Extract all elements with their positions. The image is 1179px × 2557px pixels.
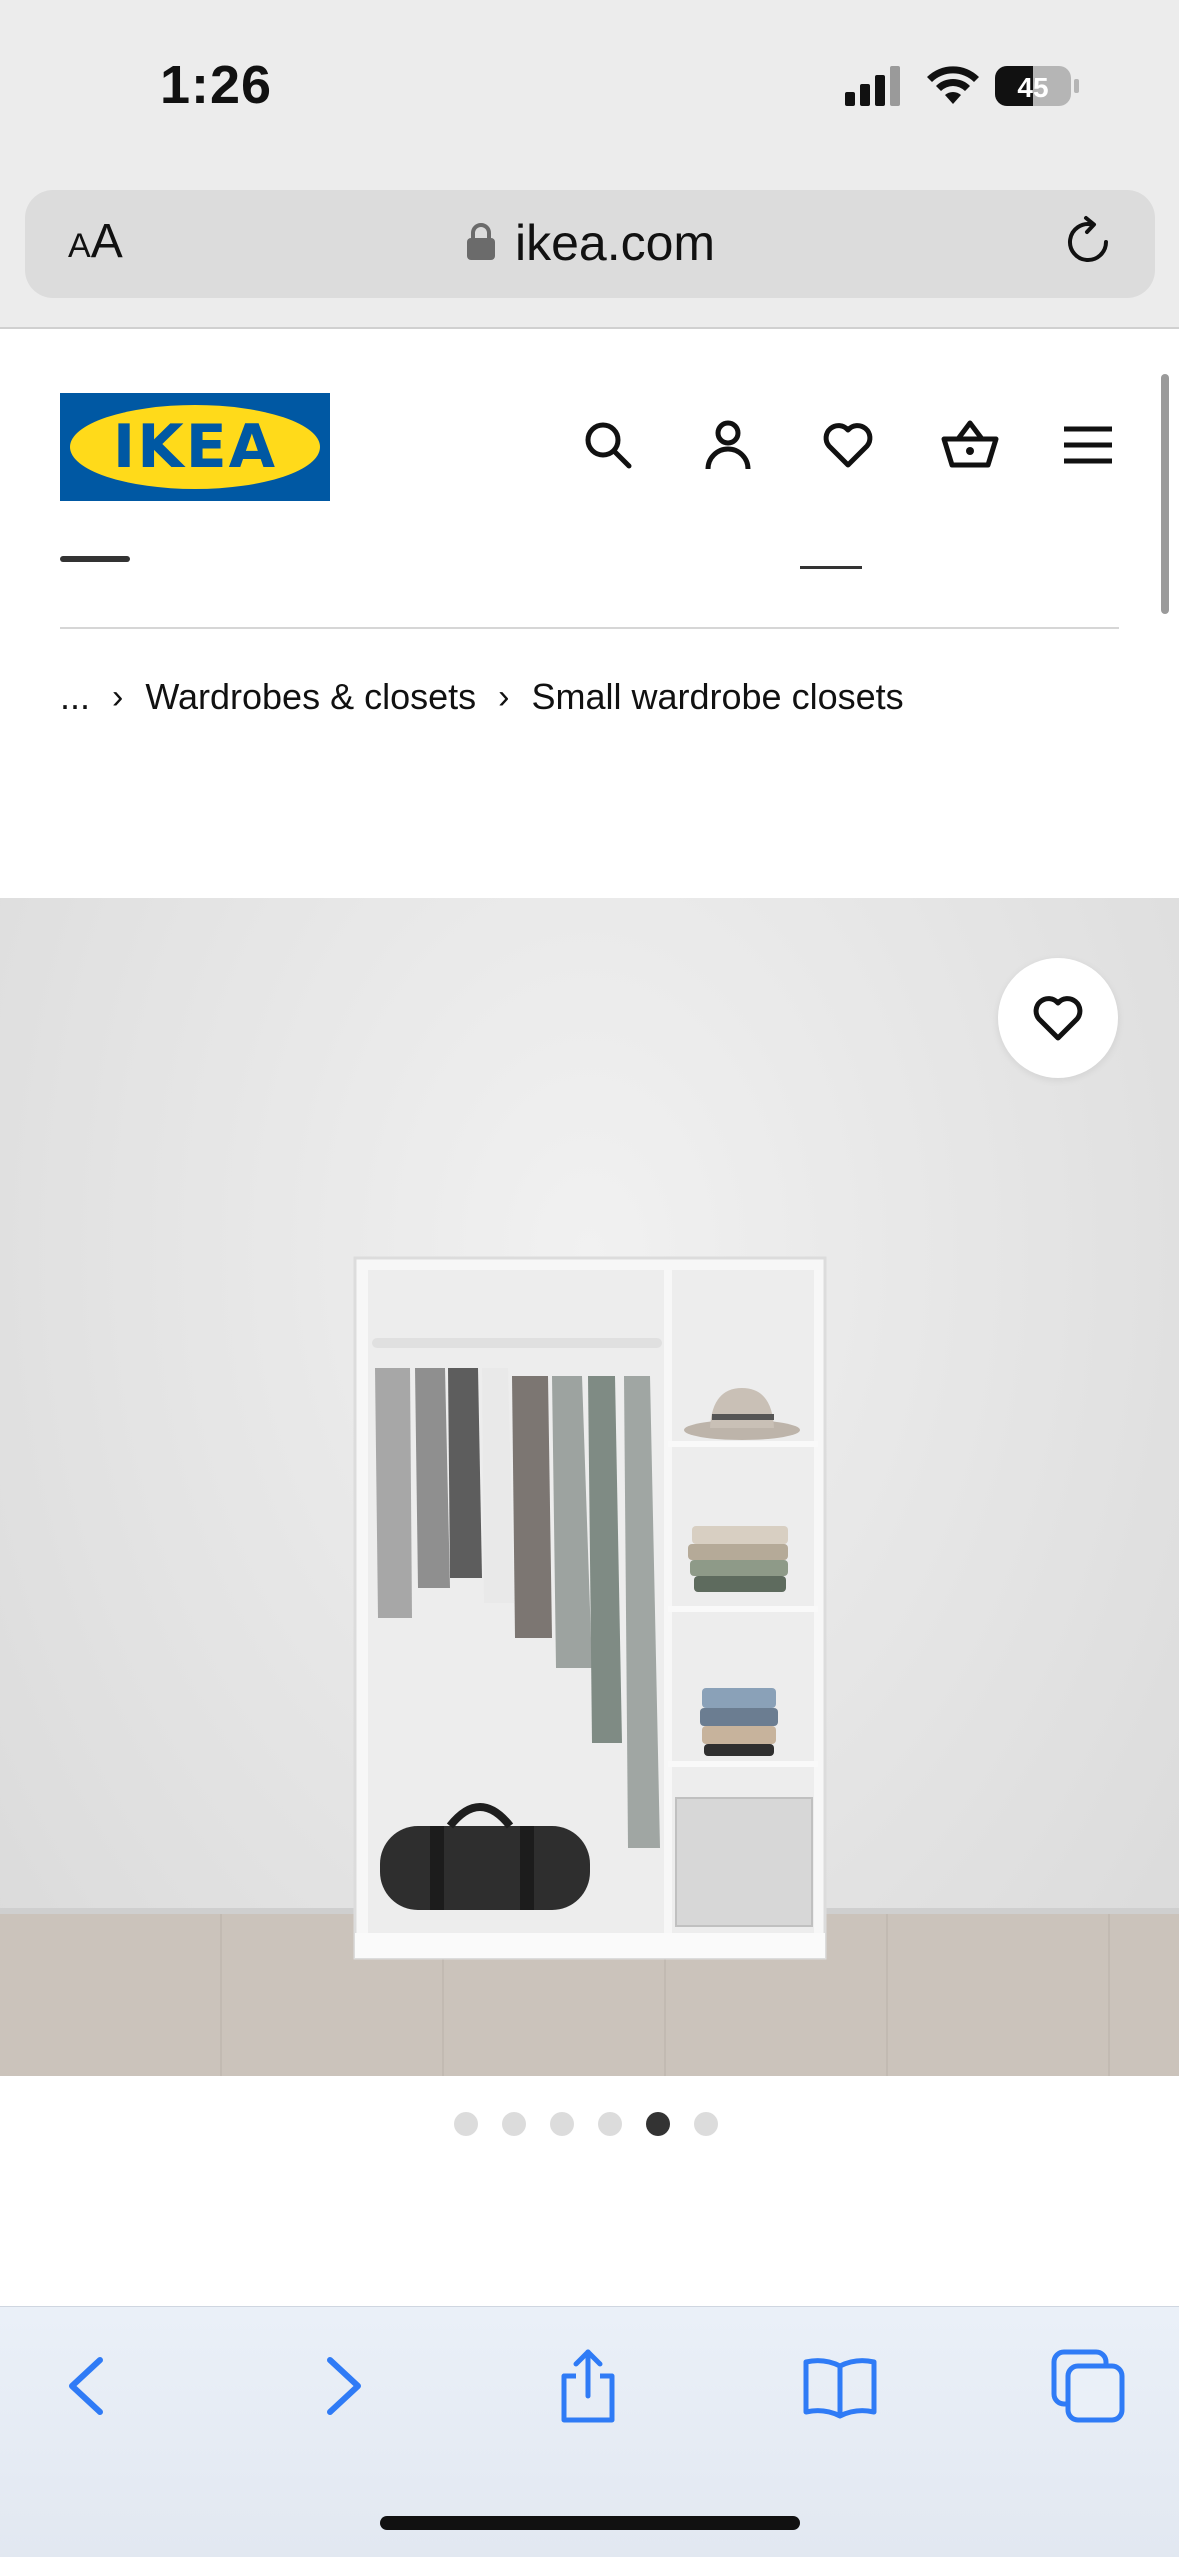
- chevron-right-icon: ›: [112, 677, 124, 716]
- image-carousel-dots: [454, 2112, 718, 2136]
- wifi-icon: [925, 62, 981, 111]
- breadcrumb: ... › Wardrobes & closets › Small wardro…: [60, 676, 904, 718]
- back-icon[interactable]: [50, 2346, 130, 2426]
- nav-fragment: [60, 556, 130, 562]
- logo-text: IKEA: [112, 412, 278, 482]
- status-time: 1:26: [160, 55, 273, 115]
- lock-icon: [465, 222, 497, 267]
- ikea-logo[interactable]: IKEA: [60, 393, 330, 501]
- account-icon[interactable]: [700, 417, 756, 473]
- product-image[interactable]: [0, 898, 1179, 2076]
- save-to-favorites-button[interactable]: [998, 958, 1118, 1078]
- chevron-right-icon: ›: [498, 677, 510, 716]
- scroll-indicator[interactable]: [1161, 374, 1169, 614]
- menu-icon[interactable]: [1060, 417, 1116, 473]
- tabs-icon[interactable]: [1048, 2346, 1128, 2426]
- heart-icon[interactable]: [820, 417, 876, 473]
- carousel-dot[interactable]: [598, 2112, 622, 2136]
- text-size-small: A: [68, 227, 91, 265]
- cart-icon[interactable]: [940, 417, 999, 473]
- forward-icon[interactable]: [300, 2346, 380, 2426]
- share-icon[interactable]: [548, 2346, 628, 2426]
- carousel-dot[interactable]: [646, 2112, 670, 2136]
- carousel-dot[interactable]: [550, 2112, 574, 2136]
- carousel-dot[interactable]: [694, 2112, 718, 2136]
- carousel-dot[interactable]: [502, 2112, 526, 2136]
- home-indicator[interactable]: [380, 2516, 800, 2530]
- search-icon[interactable]: [580, 417, 636, 473]
- battery-icon: 45: [995, 64, 1081, 113]
- breadcrumb-ellipsis[interactable]: ...: [60, 676, 90, 718]
- text-size-button[interactable]: AA: [68, 214, 123, 269]
- text-size-large: A: [90, 215, 123, 268]
- url-text[interactable]: ikea.com: [515, 214, 715, 272]
- bookmarks-icon[interactable]: [800, 2346, 880, 2426]
- signal-icon: [845, 66, 905, 111]
- battery-level: 45: [1017, 72, 1048, 103]
- header-divider: [60, 627, 1119, 629]
- heart-icon: [1033, 996, 1083, 1041]
- breadcrumb-wardrobes[interactable]: Wardrobes & closets: [145, 676, 476, 718]
- breadcrumb-small-wardrobe-closets[interactable]: Small wardrobe closets: [531, 676, 903, 718]
- carousel-dot[interactable]: [454, 2112, 478, 2136]
- wardrobe-illustration: [353, 1256, 827, 1960]
- nav-active-underline: [800, 566, 862, 569]
- reload-icon[interactable]: [1060, 214, 1116, 275]
